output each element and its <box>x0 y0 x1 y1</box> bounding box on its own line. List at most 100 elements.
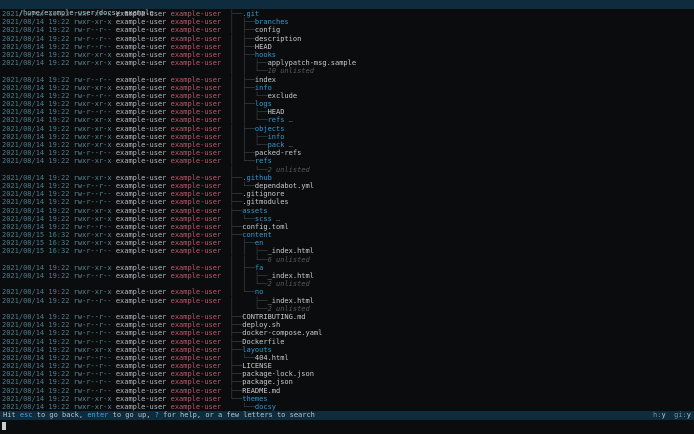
file-name: .gitmodules <box>242 198 289 207</box>
tree-row[interactable]: 2021/08/14 19:22 rwxr-xr-x example-user … <box>2 10 694 18</box>
tree-row[interactable]: │ └──2 unlisted <box>2 305 694 313</box>
col-modified: 2021/08/14 19:22 <box>2 124 74 133</box>
col-group: example-user <box>170 222 230 231</box>
truncation-ellipsis: … <box>284 116 293 125</box>
tree-row[interactable]: 2021/08/14 19:22 rwxr-xr-x example-user … <box>2 133 694 141</box>
col-permissions: rwxr-xr-x <box>73 288 116 297</box>
tree-row[interactable]: 2021/08/14 19:22 rwxr-xr-x example-user … <box>2 116 694 124</box>
tree-row[interactable]: 2021/08/14 19:22 rw-r--r-- example-user … <box>2 223 694 231</box>
text-cursor <box>2 422 6 430</box>
tree-row[interactable]: 2021/08/14 19:22 rw-r--r-- example-user … <box>2 26 694 34</box>
tree-row[interactable]: 2021/08/14 19:22 rw-r--r-- example-user … <box>2 198 694 206</box>
col-permissions: rw-r--r-- <box>73 222 116 231</box>
truncation-ellipsis: … <box>271 214 281 223</box>
col-group: example-user <box>170 403 230 411</box>
col-owner: example-user <box>115 59 171 68</box>
col-owner <box>116 256 171 264</box>
col-modified <box>2 280 74 288</box>
tree-row[interactable]: 2021/08/14 19:22 rw-r--r-- example-user … <box>2 76 694 84</box>
tree-row[interactable]: 2021/08/14 19:22 rwxr-xr-x example-user … <box>2 51 694 59</box>
tree-row[interactable]: 2021/08/14 19:22 rwxr-xr-x example-user … <box>2 207 694 215</box>
broot-terminal: /home/example-user/docsy-example 2021/08… <box>0 0 694 434</box>
col-group <box>171 280 230 288</box>
directory-name: no <box>254 288 264 297</box>
col-permissions: rwxr-xr-x <box>73 141 116 149</box>
tree-row[interactable]: 2021/08/14 19:22 rwxr-xr-x example-user … <box>2 174 694 182</box>
col-group: example-user <box>170 231 230 240</box>
col-group: example-user <box>170 198 230 207</box>
tree-branch-lines: │ ├── <box>229 42 255 51</box>
col-permissions <box>74 280 116 288</box>
col-group: example-user <box>170 75 230 84</box>
col-owner <box>116 305 171 313</box>
unlisted-count: 2 unlisted <box>267 280 310 289</box>
tree-row[interactable]: │ │ └──6 unlisted <box>2 256 694 264</box>
col-modified: 2021/08/14 19:22 <box>2 157 74 166</box>
col-permissions: rwxr-xr-x <box>73 116 116 125</box>
col-owner: example-user <box>115 190 171 199</box>
col-modified: 2021/08/14 19:22 <box>2 91 74 100</box>
tree-row[interactable]: 2021/08/14 19:22 rw-r--r-- example-user … <box>2 92 694 100</box>
tree-branch-lines: ├── <box>229 206 243 215</box>
col-permissions: rwxr-xr-x <box>73 206 116 215</box>
tree-row[interactable]: 2021/08/14 19:22 rw-r--r-- example-user … <box>2 182 694 190</box>
tree-row[interactable]: 2021/08/14 19:22 rwxr-xr-x example-user … <box>2 288 694 296</box>
tree-row[interactable]: 2021/08/14 19:22 rwxr-xr-x example-user … <box>2 403 694 411</box>
file-name: LICENSE <box>242 362 272 371</box>
tree-row[interactable]: 2021/08/14 19:22 rwxr-xr-x example-user … <box>2 125 694 133</box>
tree-row[interactable]: 2021/08/14 19:22 rwxr-xr-x example-user … <box>2 395 694 403</box>
tree-row[interactable]: 2021/08/14 19:22 rw-r--r-- example-user … <box>2 43 694 51</box>
col-permissions: rwxr-xr-x <box>73 100 116 109</box>
tree-row[interactable]: 2021/08/14 19:22 rwxr-xr-x example-user … <box>2 215 694 223</box>
tree-row[interactable]: 2021/08/14 19:22 rw-r--r-- example-user … <box>2 329 694 337</box>
file-name: README.md <box>242 386 281 395</box>
tree-row[interactable]: │ └──2 unlisted <box>2 166 694 174</box>
col-modified: 2021/08/14 19:22 <box>2 50 74 59</box>
col-owner: example-user <box>115 206 171 215</box>
tree-branch-lines: ├── <box>229 321 243 330</box>
tree-row[interactable]: 2021/08/14 19:22 rwxr-xr-x example-user … <box>2 264 694 272</box>
col-owner: example-user <box>115 42 171 51</box>
col-modified: 2021/08/14 19:22 <box>2 394 74 403</box>
flag-gi: gi:y <box>665 411 691 419</box>
col-modified: 2021/08/14 19:22 <box>2 312 74 321</box>
col-owner: example-user <box>115 149 171 158</box>
col-permissions: rwxr-xr-x <box>73 83 116 92</box>
tree-row[interactable]: 2021/08/14 19:22 rw-r--r-- example-user … <box>2 35 694 43</box>
col-group: example-user <box>170 157 230 166</box>
col-permissions: rwxr-xr-x <box>73 10 116 18</box>
tree-row[interactable]: 2021/08/14 19:22 rw-r--r-- example-user … <box>2 378 694 386</box>
directory-name: objects <box>254 124 285 133</box>
col-permissions <box>74 166 116 174</box>
col-owner <box>116 67 171 75</box>
tree-row[interactable]: 2021/08/14 19:22 rw-r--r-- example-user … <box>2 297 694 305</box>
col-group: example-user <box>170 272 230 280</box>
col-permissions: rw-r--r-- <box>73 198 116 207</box>
tree-row[interactable]: 2021/08/14 19:22 rw-r--r-- example-user … <box>2 272 694 280</box>
tree-row[interactable]: 2021/08/14 19:22 rwxr-xr-x example-user … <box>2 141 694 149</box>
tree-row[interactable]: 2021/08/14 19:22 rw-r--r-- example-user … <box>2 354 694 362</box>
col-group: example-user <box>170 173 230 182</box>
col-modified: 2021/08/14 19:22 <box>2 26 74 35</box>
col-group: example-user <box>170 312 230 321</box>
col-group: example-user <box>170 91 230 100</box>
col-group: example-user <box>170 26 230 35</box>
col-owner <box>116 280 171 288</box>
tree-row[interactable]: 2021/08/14 19:22 rwxr-xr-x example-user … <box>2 157 694 165</box>
col-owner: example-user <box>115 403 171 411</box>
col-group: example-user <box>170 59 230 68</box>
tree-row[interactable]: 2021/08/14 19:22 rw-r--r-- example-user … <box>2 387 694 395</box>
col-modified: 2021/08/14 19:22 <box>2 386 74 395</box>
tree-row[interactable]: │ │ └──10 unlisted <box>2 67 694 75</box>
tree-branch-lines: └── <box>229 403 255 411</box>
col-permissions <box>74 67 116 75</box>
tree-row[interactable]: 2021/08/14 19:22 rwxr-xr-x example-user … <box>2 346 694 354</box>
tree-row[interactable]: 2021/08/14 19:22 rw-r--r-- example-user … <box>2 313 694 321</box>
tree-branch-lines: │ │ └── <box>229 67 268 76</box>
tree-row[interactable]: 2021/08/15 16:32 rw-r--r-- example-user … <box>2 247 694 255</box>
tree-row[interactable]: 2021/08/14 19:22 rwxr-xr-x example-user … <box>2 84 694 92</box>
col-group: example-user <box>170 214 230 223</box>
tree-row[interactable]: 2021/08/14 19:22 rw-r--r-- example-user … <box>2 338 694 346</box>
tree-branch-lines: │ ├── <box>229 26 255 35</box>
search-input[interactable] <box>0 420 694 434</box>
